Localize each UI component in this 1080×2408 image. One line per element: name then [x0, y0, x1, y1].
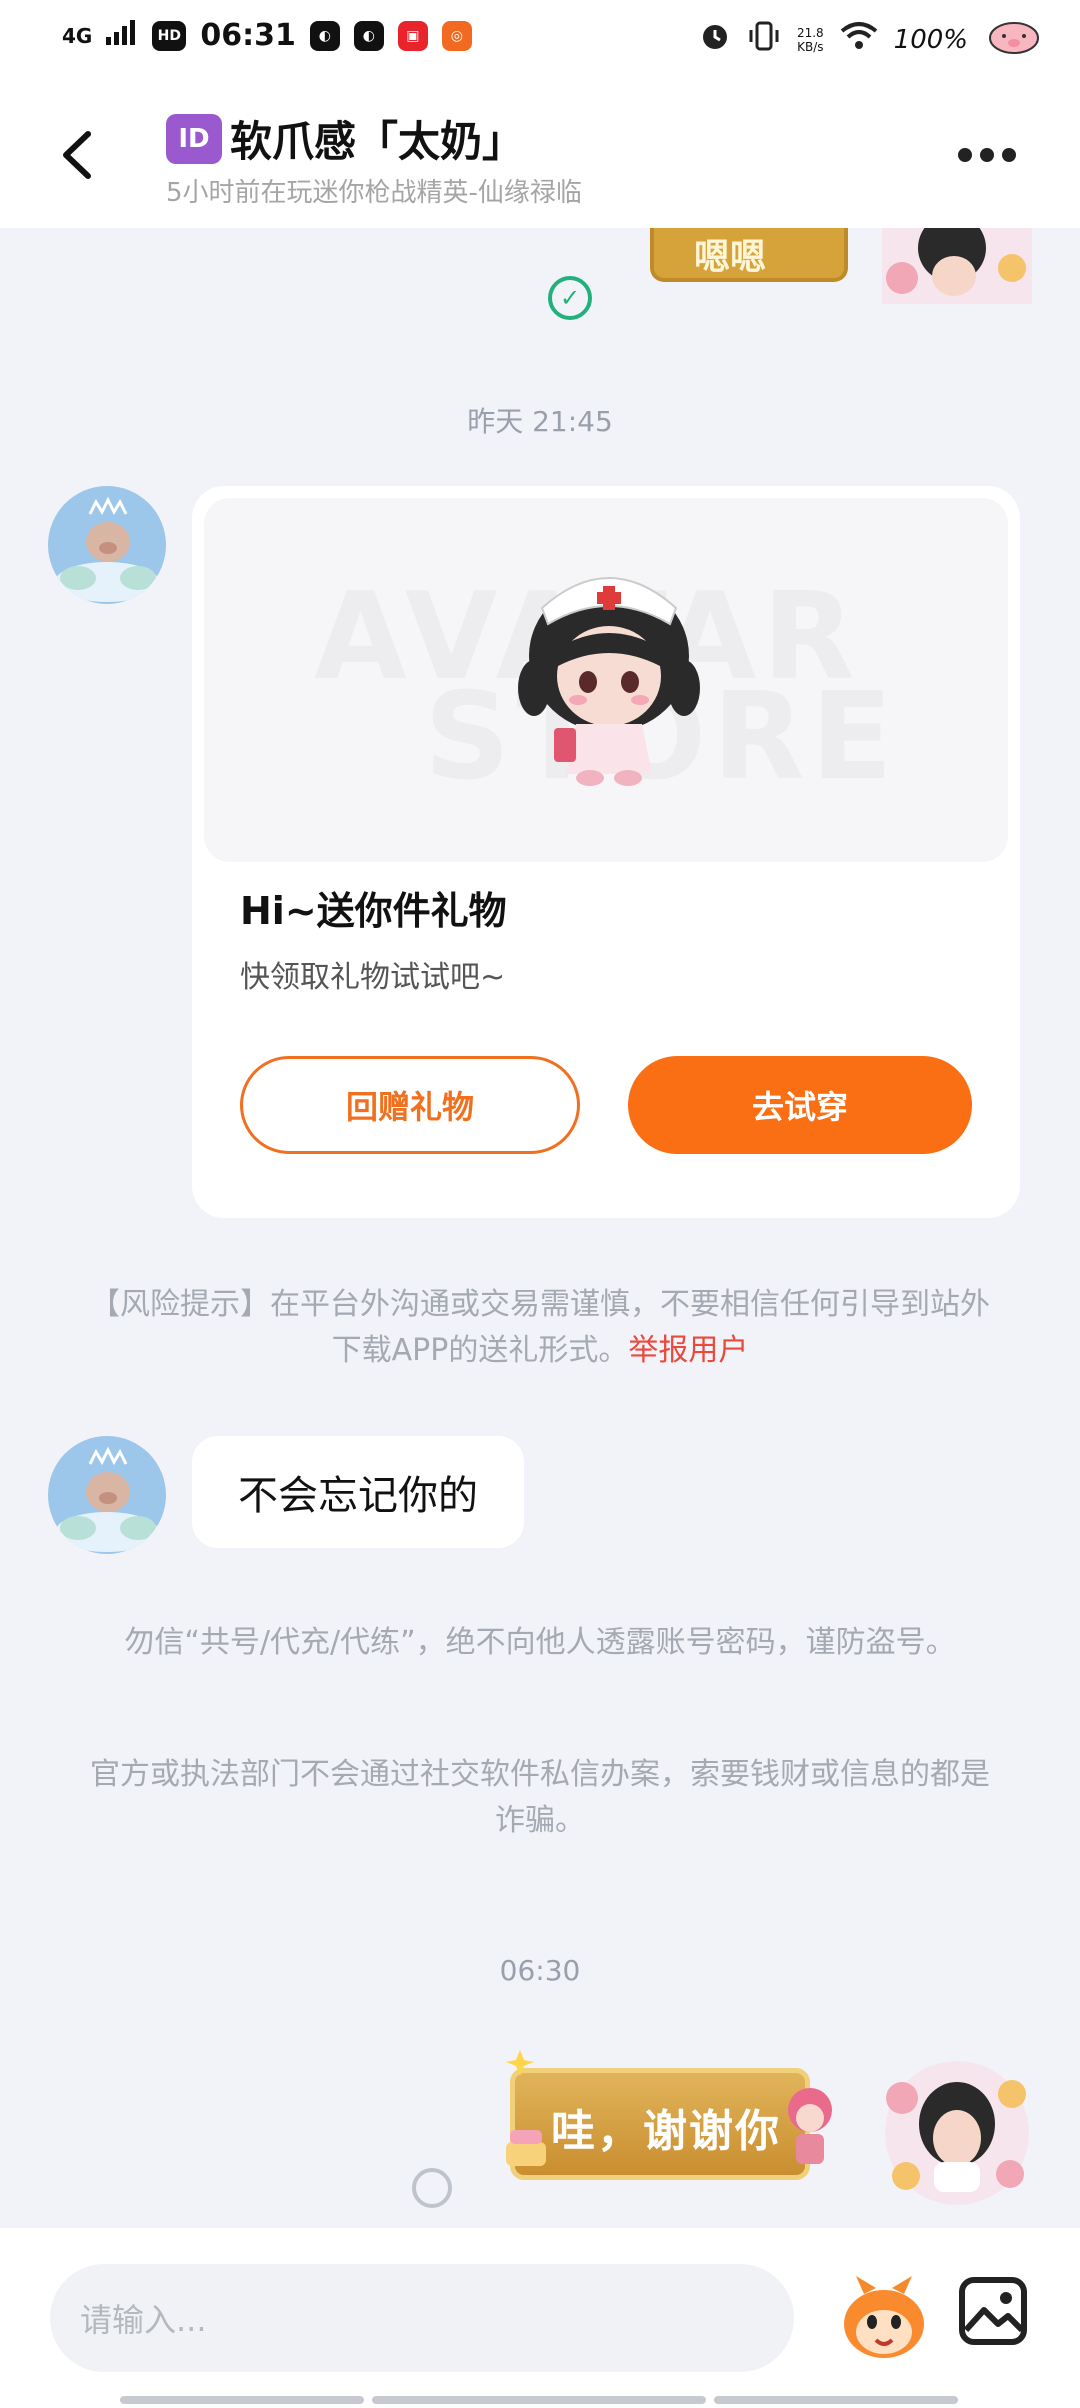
status-right: 21.8 KB/s 100%: [699, 16, 1044, 63]
previous-sticker-message[interactable]: 嗯嗯: [650, 228, 848, 282]
sending-status-icon: [412, 2168, 452, 2208]
message-input[interactable]: 请输入...: [50, 2264, 794, 2372]
security-notice-fraud: 官方或执法部门不会通过社交软件私信办案，索要钱财或信息的都是诈骗。: [90, 1757, 990, 1838]
gift-card-message[interactable]: AVATAR STORE Hi~送你件礼物 快领取礼物试试吧~ 回赠礼物 去试穿: [192, 486, 1020, 1218]
image-picker-button[interactable]: [958, 2276, 1028, 2346]
text-message-bubble[interactable]: 不会忘记你的: [192, 1436, 524, 1548]
nav-indicator: [714, 2396, 958, 2404]
nav-indicator: [372, 2396, 706, 2404]
risk-notice: 【风险提示】在平台外沟通或交易需谨慎，不要相信任何引导到站外下载APP的送礼形式…: [90, 1282, 990, 1374]
read-receipt-icon: ✓: [548, 276, 592, 320]
sticker-text: 哇，谢谢你: [551, 2106, 781, 2157]
nurse-avatar-figure: [518, 577, 700, 786]
more-dot-icon: [958, 148, 972, 162]
mascot-emoji-icon: [844, 2276, 924, 2358]
report-user-link[interactable]: 举报用户: [628, 1333, 748, 1368]
nav-indicator: [120, 2396, 364, 2404]
gift-title: Hi~送你件礼物: [240, 889, 507, 933]
chat-title[interactable]: ID 软爪感「太奶」: [166, 108, 524, 169]
kuaishou-notification-icon: ◎: [441, 20, 472, 51]
sticker-cake-decoration-icon: [506, 2050, 546, 2166]
more-dot-icon: [980, 148, 994, 162]
risk-notice-text: 【风险提示】在平台外沟通或交易需谨慎，不要相信任何引导到站外下载APP的送礼形式…: [90, 1287, 990, 1368]
security-notice-account: 勿信“共号/代充/代练”，绝不向他人透露账号密码，谨防盗号。: [124, 1625, 956, 1660]
status-left: 4G HD 06:31 ◐ ◐ ▣ ◎: [62, 18, 472, 53]
contact-status: 5小时前在玩迷你枪战精英-仙缘禄临: [166, 178, 582, 208]
id-emoji-icon: ID: [166, 113, 222, 164]
previous-sticker-text: 嗯嗯: [694, 237, 767, 278]
sticker-character-decoration-icon: [788, 2088, 832, 2164]
contact-avatar[interactable]: [48, 1436, 166, 1554]
back-arrow-icon: [63, 131, 91, 179]
hd-badge: HD: [152, 20, 187, 51]
app-notification-icon: ◐: [309, 20, 340, 51]
gift-preview-image[interactable]: AVATAR STORE: [204, 498, 1008, 862]
wifi-icon: [840, 21, 878, 58]
shop-notification-icon: ▣: [397, 20, 428, 51]
network-indicator: 4G: [62, 23, 93, 48]
more-options-button[interactable]: [958, 140, 1028, 170]
speed-unit: KB/s: [797, 39, 824, 54]
battery-level: 100%: [893, 24, 968, 55]
image-icon: [959, 2277, 1027, 2345]
message-input-bar: 请输入...: [0, 2228, 1080, 2408]
vibrate-icon: [747, 20, 781, 59]
contact-name: 软爪感「太奶」: [230, 117, 525, 166]
self-avatar-partial[interactable]: [882, 214, 1032, 304]
chat-header: ID 软爪感「太奶」 5小时前在玩迷你枪战精英-仙缘禄临: [0, 80, 1080, 228]
app-notification-icon-2: ◐: [353, 20, 384, 51]
signal-icon: [106, 18, 138, 53]
alarm-icon: [699, 20, 731, 59]
more-dot-icon: [1002, 148, 1016, 162]
status-bar: 4G HD 06:31 ◐ ◐ ▣ ◎ 21.8 KB/s 100%: [0, 0, 1080, 80]
contact-avatar[interactable]: [48, 486, 166, 604]
network-speed: 21.8 KB/s: [797, 26, 824, 54]
self-avatar[interactable]: [882, 2058, 1032, 2208]
speed-value: 21.8: [796, 25, 824, 40]
message-timestamp: 昨天 21:45: [467, 405, 613, 438]
pig-battery-icon: [984, 16, 1044, 63]
emoji-button[interactable]: [834, 2268, 934, 2368]
return-gift-button[interactable]: 回赠礼物: [240, 1056, 580, 1154]
message-timestamp: 06:30: [499, 1954, 581, 1987]
gift-subtitle: 快领取礼物试试吧~: [240, 960, 506, 995]
clock: 06:31: [200, 18, 296, 53]
back-button[interactable]: [52, 120, 112, 190]
try-on-button[interactable]: 去试穿: [628, 1056, 972, 1154]
